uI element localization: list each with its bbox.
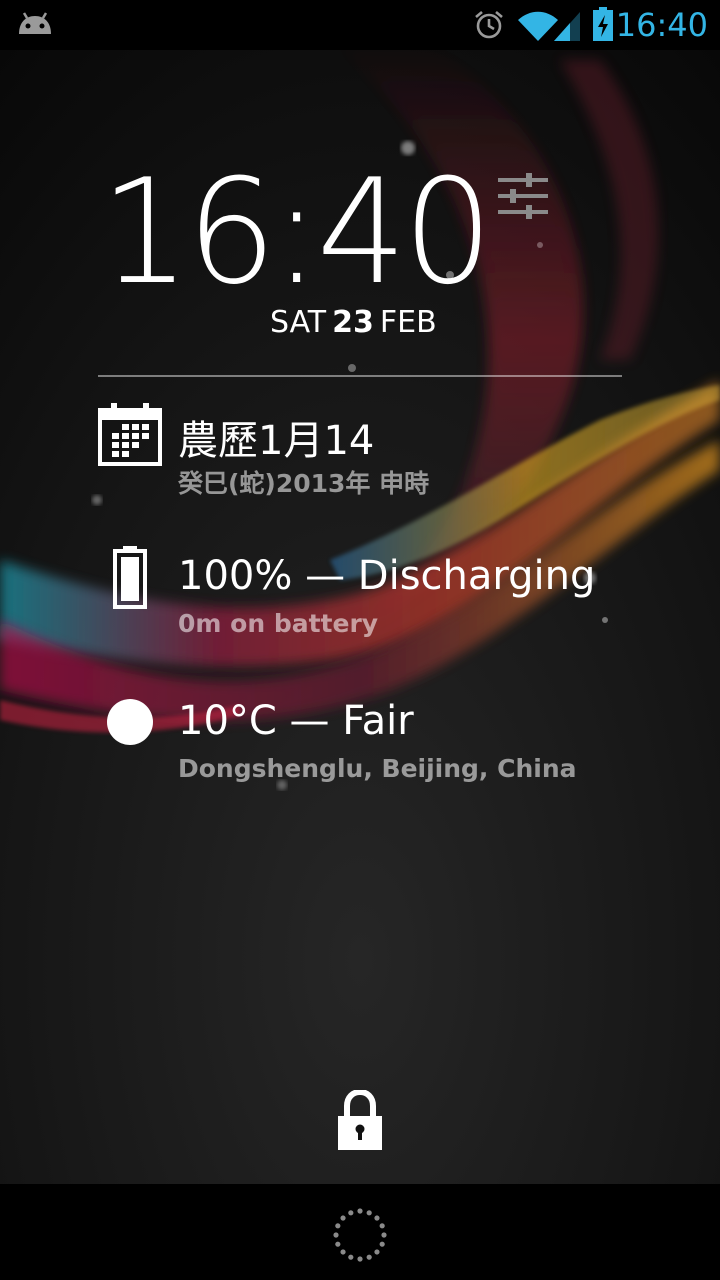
spinner-dot [340, 1249, 346, 1255]
spinner-dot [366, 1210, 372, 1216]
calendar-subtitle: 癸巳(蛇)2013年 申時 [178, 469, 430, 498]
spinner-dot [348, 1210, 354, 1216]
clock: 16:40 [100, 148, 493, 317]
weather-row[interactable]: 10°C — Fair Dongshenglu, Beijing, China [0, 690, 720, 790]
spinner-dot [333, 1232, 339, 1238]
spinner-dot [379, 1241, 385, 1247]
battery-icon [113, 546, 147, 609]
calendar-icon [98, 403, 162, 466]
weather-subtitle: Dongshenglu, Beijing, China [178, 754, 577, 783]
battery-subtitle: 0m on battery [178, 609, 379, 638]
signal-icon [554, 12, 580, 41]
status-time: 16:40 [615, 6, 708, 44]
spinner-dot [340, 1215, 346, 1221]
spinner-dot [357, 1256, 363, 1262]
spinner-dot [335, 1241, 341, 1247]
date-day: 23 [332, 305, 374, 340]
android-icon [19, 12, 51, 34]
status-bar[interactable]: 16:40 [0, 0, 720, 50]
moon-icon [107, 699, 153, 745]
battery-row[interactable]: 100% — Discharging 0m on battery [0, 545, 720, 645]
battery-title: 100% — Discharging [178, 553, 596, 599]
spinner-dot [379, 1223, 385, 1229]
alarm-icon [475, 11, 503, 39]
date-weekday: SAT [270, 305, 327, 340]
sliders-icon[interactable] [496, 170, 550, 222]
calendar-title: 農歷1月14 [178, 418, 375, 464]
date-month: FEB [379, 305, 437, 340]
spinner-dot [335, 1223, 341, 1229]
divider [98, 375, 622, 377]
spinner-dot [357, 1208, 363, 1214]
date: SAT 23 FEB [270, 305, 437, 340]
calendar-row[interactable]: 農歷1月14 癸巳(蛇)2013年 申時 [0, 400, 720, 500]
spinner-icon [333, 1208, 387, 1262]
spinner-dot [381, 1232, 387, 1238]
lock-icon[interactable] [336, 1090, 384, 1152]
spinner-dot [348, 1254, 354, 1260]
weather-title: 10°C — Fair [178, 698, 414, 744]
lockscreen: 16:40 16:40 SAT 23 FEB 農歷1月14 癸巳(蛇)2013年… [0, 0, 720, 1280]
spinner-dot [366, 1254, 372, 1260]
battery-charging-icon [593, 7, 613, 41]
spinner-dot [374, 1215, 380, 1221]
spinner-dot [374, 1249, 380, 1255]
